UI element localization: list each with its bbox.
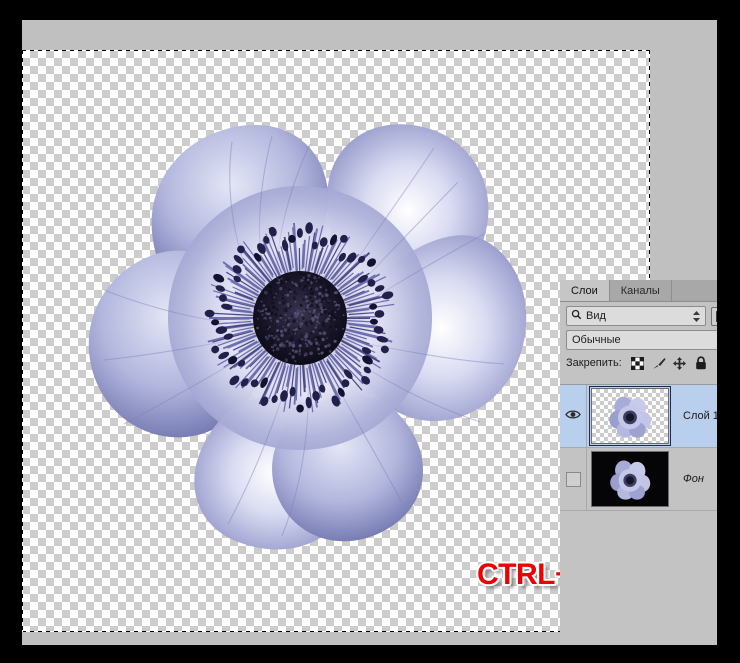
eye-icon[interactable] [565,407,581,425]
lock-all-icon[interactable] [694,356,708,370]
lock-row: Закрепить: [560,353,717,374]
lock-label: Закрепить: [566,357,622,369]
layers-panel: Слои Каналы Вид Обычные Закрепить: Слой … [560,280,717,645]
layer-thumbnail [591,388,669,444]
layer-name[interactable]: Фон [673,473,717,485]
blend-mode-row: Обычные [560,330,717,353]
flower-image [60,78,530,558]
updown-stepper-icon[interactable] [692,310,701,323]
panel-tabbar: Слои Каналы [560,280,717,302]
filter-row: Вид [560,302,717,330]
tab-channels[interactable]: Каналы [610,280,672,301]
screenshot-root: CTRL+SHIFT+I Слои Каналы Вид [0,0,740,663]
layer-thumbnail-cell[interactable] [587,451,673,507]
layers-list: Слой 1 Фон [560,384,717,645]
magnifier-icon [571,307,582,325]
tab-layers[interactable]: Слои [560,280,610,301]
image-thumbnail-icon[interactable] [711,307,717,326]
layer-filter-value: Вид [586,310,692,322]
lock-transparency-icon[interactable] [631,356,645,370]
eye-off-icon[interactable] [566,472,581,487]
layer-visibility-cell[interactable] [560,448,587,510]
layer-visibility-cell[interactable] [560,385,587,447]
blend-mode-select[interactable]: Обычные [566,330,717,350]
lock-image-pixels-icon[interactable] [652,356,666,370]
table-row[interactable]: Фон [560,448,717,511]
table-row[interactable]: Слой 1 [560,385,717,448]
layer-thumbnail [591,451,669,507]
layer-thumbnail-cell[interactable] [587,388,673,444]
layer-name[interactable]: Слой 1 [673,410,717,422]
layer-filter-dropdown[interactable]: Вид [566,306,706,326]
lock-position-icon[interactable] [673,356,687,370]
document-window: CTRL+SHIFT+I Слои Каналы Вид [22,20,717,645]
